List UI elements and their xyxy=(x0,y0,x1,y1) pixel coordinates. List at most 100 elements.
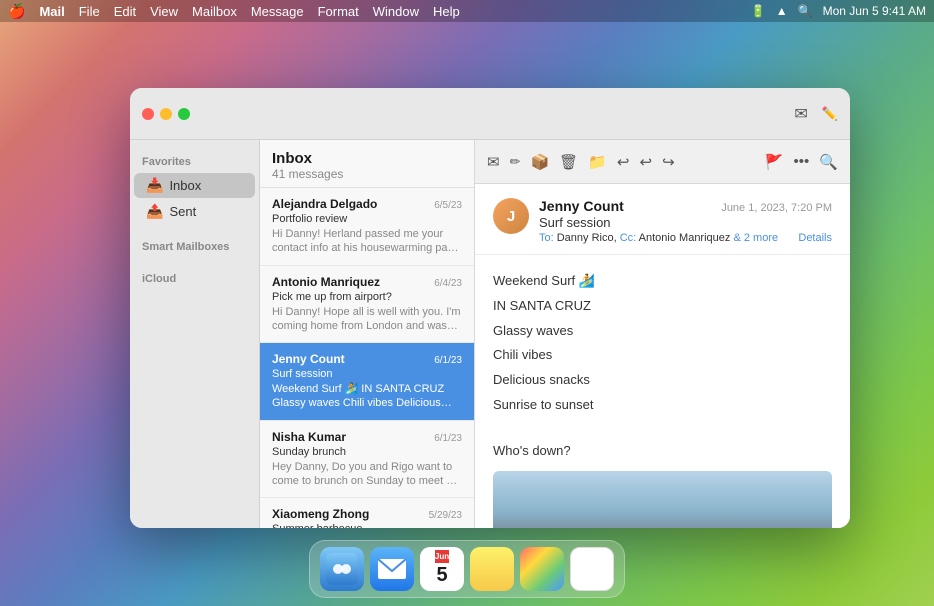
body-line-1: Weekend Surf 🏄 xyxy=(493,271,832,292)
close-button[interactable] xyxy=(142,108,154,120)
calendar-month: Jun xyxy=(435,550,449,563)
mail-envelope-icon xyxy=(378,559,406,579)
email-timestamp: June 1, 2023, 7:20 PM xyxy=(721,202,832,214)
detail-toolbar: ✉ ✏ 📦 🗑 📁 ↩ ↩ ↪ 🚩 ••• 🔍 xyxy=(475,140,850,184)
email-item-xiaomeng[interactable]: Xiaomeng Zhong 5/29/23 Summer barbecue D… xyxy=(260,498,474,528)
email-list-items: Alejandra Delgado 6/5/23 Portfolio revie… xyxy=(260,188,474,528)
detail-subject: Surf session xyxy=(539,215,832,230)
sender-name: Alejandra Delgado xyxy=(272,197,377,211)
email-date: 6/5/23 xyxy=(434,200,462,211)
sidebar: Favorites 📥 Inbox 📤 Sent Smart Mailboxes… xyxy=(130,140,260,528)
body-line-3: Glassy waves xyxy=(493,321,832,342)
search-toolbar-icon[interactable]: 🔍 xyxy=(819,153,838,171)
email-list: Inbox 41 messages Alejandra Delgado 6/5/… xyxy=(260,140,475,528)
dock: Jun 5 xyxy=(309,540,625,598)
trash-toolbar-icon[interactable]: 🗑 xyxy=(559,153,578,171)
inbox-count: 41 messages xyxy=(272,167,462,181)
email-item-jenny[interactable]: Jenny Count 6/1/23 Surf session Weekend … xyxy=(260,343,474,421)
flag-toolbar-icon[interactable]: 🚩 xyxy=(765,153,784,171)
battery-icon: 🔋 xyxy=(751,4,766,18)
email-header-info: Jenny Count June 1, 2023, 7:20 PM Surf s… xyxy=(539,198,832,244)
dock-item-mail[interactable] xyxy=(370,547,414,591)
dock-item-notes[interactable] xyxy=(470,547,514,591)
to-label: To: xyxy=(539,232,557,244)
datetime-display: Mon Jun 5 9:41 AM xyxy=(823,4,926,18)
traffic-lights xyxy=(142,108,190,120)
email-item-nisha[interactable]: Nisha Kumar 6/1/23 Sunday brunch Hey Dan… xyxy=(260,421,474,499)
email-preview: Hi Danny! Hope all is well with you. I'm… xyxy=(272,305,462,334)
menu-format[interactable]: Format xyxy=(318,4,359,19)
menu-bar: 🍎 Mail File Edit View Mailbox Message Fo… xyxy=(0,0,934,22)
email-item-antonio[interactable]: Antonio Manriquez 6/4/23 Pick me up from… xyxy=(260,266,474,344)
sender-name: Nisha Kumar xyxy=(272,430,346,444)
dock-item-reminders[interactable] xyxy=(570,547,614,591)
email-preview: Hey Danny, Do you and Rigo want to come … xyxy=(272,460,462,489)
minimize-button[interactable] xyxy=(160,108,172,120)
reply-all-toolbar-icon[interactable]: ↩ xyxy=(639,153,652,171)
email-date: 5/29/23 xyxy=(429,510,462,521)
smart-mailboxes-label: Smart Mailboxes xyxy=(130,237,259,257)
email-preview: Hi Danny! Herland passed me your contact… xyxy=(272,227,462,256)
calendar-day: 5 xyxy=(436,563,447,588)
sidebar-item-inbox[interactable]: 📥 Inbox xyxy=(134,173,255,198)
mail-window: ✉ ✏️ Favorites 📥 Inbox 📤 Sent Smart Mail… xyxy=(130,88,850,528)
forward-toolbar-icon[interactable]: ↪ xyxy=(662,153,675,171)
cc-label: Cc: xyxy=(620,232,639,244)
email-subject: Surf session xyxy=(272,368,462,380)
email-date: 6/1/23 xyxy=(434,433,462,444)
finder-icon xyxy=(326,553,358,585)
dock-item-finder[interactable] xyxy=(320,547,364,591)
app-menu-mail[interactable]: Mail xyxy=(39,4,64,19)
email-subject: Sunday brunch xyxy=(272,446,462,458)
compose-toolbar-icon[interactable]: ✏ xyxy=(510,154,521,170)
from-name: Jenny Count xyxy=(539,198,624,214)
email-subject: Portfolio review xyxy=(272,213,462,225)
menu-file[interactable]: File xyxy=(79,4,100,19)
email-item-alejandra[interactable]: Alejandra Delgado 6/5/23 Portfolio revie… xyxy=(260,188,474,266)
email-preview: Weekend Surf 🏄 IN SANTA CRUZ Glassy wave… xyxy=(272,382,462,411)
icloud-label: iCloud xyxy=(130,269,259,289)
details-link[interactable]: Details xyxy=(798,232,832,244)
sender-name: Jenny Count xyxy=(272,352,345,366)
sidebar-item-sent[interactable]: 📤 Sent xyxy=(134,199,255,224)
body-line-6: Sunrise to sunset xyxy=(493,395,832,416)
apple-menu[interactable]: 🍎 xyxy=(8,3,25,20)
dock-item-calendar[interactable]: Jun 5 xyxy=(420,547,464,591)
dock-item-photos[interactable] xyxy=(520,547,564,591)
archive-toolbar-icon[interactable]: 📦 xyxy=(530,153,549,171)
email-recipients: To: Danny Rico, Cc: Antonio Manriquez & … xyxy=(539,232,832,244)
folder-toolbar-icon[interactable]: 📁 xyxy=(588,153,607,171)
main-content: Favorites 📥 Inbox 📤 Sent Smart Mailboxes… xyxy=(130,140,850,528)
menu-edit[interactable]: Edit xyxy=(114,4,136,19)
inbox-icon: 📥 xyxy=(146,177,163,194)
menu-help[interactable]: Help xyxy=(433,4,460,19)
email-subject: Pick me up from airport? xyxy=(272,291,462,303)
search-menubar-icon[interactable]: 🔍 xyxy=(798,4,813,18)
email-detail-panel: ✉ ✏ 📦 🗑 📁 ↩ ↩ ↪ 🚩 ••• 🔍 J xyxy=(475,140,850,528)
menu-window[interactable]: Window xyxy=(373,4,419,19)
new-message-icon[interactable]: ✉ xyxy=(794,104,807,124)
body-line-2: IN SANTA CRUZ xyxy=(493,296,832,317)
email-list-header: Inbox 41 messages xyxy=(260,140,474,188)
sidebar-inbox-label: Inbox xyxy=(169,178,201,193)
menu-mailbox[interactable]: Mailbox xyxy=(192,4,237,19)
email-subject: Summer barbecue xyxy=(272,523,462,528)
sender-name: Xiaomeng Zhong xyxy=(272,507,369,521)
maximize-button[interactable] xyxy=(178,108,190,120)
more-recipients: & 2 more xyxy=(733,232,778,244)
more-toolbar-icon[interactable]: ••• xyxy=(794,153,810,170)
new-message-toolbar-icon[interactable]: ✉ xyxy=(487,153,500,171)
body-line-4: Chili vibes xyxy=(493,345,832,366)
menu-view[interactable]: View xyxy=(150,4,178,19)
email-body: Weekend Surf 🏄 IN SANTA CRUZ Glassy wave… xyxy=(475,255,850,528)
reply-toolbar-icon[interactable]: ↩ xyxy=(617,153,630,171)
to-recipient: Danny Rico, xyxy=(557,232,617,244)
avatar-initial: J xyxy=(507,208,515,225)
sent-icon: 📤 xyxy=(146,203,163,220)
cc-recipient: Antonio Manriquez xyxy=(639,232,731,244)
compose-icon[interactable]: ✏️ xyxy=(822,106,838,122)
window-toolbar: ✉ ✏️ xyxy=(130,88,850,140)
sidebar-sent-label: Sent xyxy=(169,204,196,219)
menu-message[interactable]: Message xyxy=(251,4,304,19)
sender-name: Antonio Manriquez xyxy=(272,275,380,289)
